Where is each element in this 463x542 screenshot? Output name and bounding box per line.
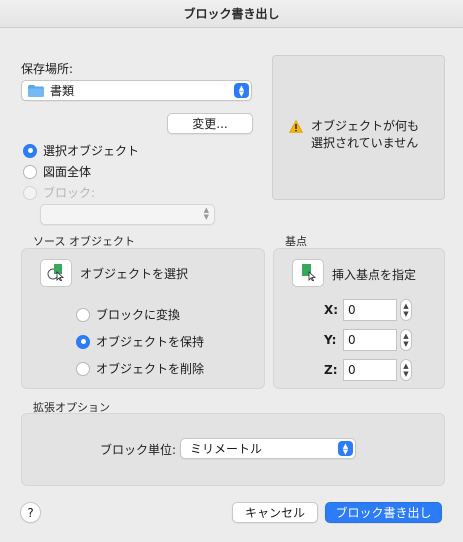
y-stepper[interactable]: ▲ ▼: [400, 329, 412, 351]
z-stepper[interactable]: ▲ ▼: [400, 359, 412, 381]
cancel-button[interactable]: キャンセル: [232, 502, 318, 523]
radio-label: 選択オブジェクト: [43, 144, 140, 158]
window-title: ブロック書き出し: [0, 0, 463, 28]
select-objects-label: オブジェクトを選択: [80, 267, 189, 281]
radio-selected-objects[interactable]: 選択オブジェクト: [23, 142, 139, 159]
pick-base-point-button[interactable]: [292, 259, 324, 287]
y-input[interactable]: 0: [343, 329, 397, 351]
block-preview: オブジェクトが何も選択されていません: [272, 55, 445, 200]
radio-label: ブロック:: [43, 186, 96, 200]
y-label: Y:: [324, 333, 337, 347]
radio-block: ブロック:: [23, 184, 95, 201]
chevron-updown-icon: ▲ ▼: [338, 441, 353, 456]
chevron-updown-icon: ▲ ▼: [234, 83, 249, 98]
radio-convert-to-block[interactable]: ブロックに変換: [76, 306, 180, 323]
folder-icon: [28, 84, 44, 97]
z-label: Z:: [324, 363, 338, 377]
radio-indicator: [23, 164, 37, 179]
radio-indicator: [76, 361, 90, 376]
help-button[interactable]: ?: [20, 502, 41, 523]
radio-indicator: [23, 143, 37, 158]
radio-retain-objects[interactable]: オブジェクトを保持: [76, 333, 204, 350]
radio-indicator: [76, 307, 90, 322]
change-button[interactable]: 変更...: [167, 113, 253, 134]
radio-delete-objects[interactable]: オブジェクトを削除: [76, 360, 204, 377]
z-input[interactable]: 0: [343, 359, 397, 381]
radio-label: オブジェクトを削除: [96, 362, 205, 376]
block-units-select[interactable]: ミリメートル ▲ ▼: [180, 438, 356, 459]
radio-label: 図面全体: [43, 165, 92, 179]
block-name-select: ▲ ▼: [40, 204, 215, 225]
radio-whole-drawing[interactable]: 図面全体: [23, 163, 91, 180]
pick-base-point-label: 挿入基点を指定: [332, 268, 417, 282]
block-units-value: ミリメートル: [190, 442, 263, 456]
export-block-button[interactable]: ブロック書き出し: [325, 502, 442, 523]
source-objects-title: ソース オブジェクト: [33, 235, 135, 248]
x-input[interactable]: 0: [343, 299, 397, 321]
radio-label: ブロックに変換: [96, 308, 181, 322]
x-label: X:: [324, 303, 339, 317]
base-point-title: 基点: [285, 235, 307, 248]
save-location-value: 書類: [50, 84, 75, 98]
x-stepper[interactable]: ▲ ▼: [400, 299, 412, 321]
warning-icon: [288, 119, 304, 136]
save-location-select[interactable]: 書類 ▲ ▼: [21, 80, 252, 101]
chevron-updown-icon: ▲ ▼: [203, 206, 209, 221]
radio-indicator: [76, 334, 90, 349]
pick-point-icon: [299, 263, 317, 284]
select-objects-button[interactable]: [40, 259, 72, 287]
select-objects-icon: [47, 263, 65, 284]
radio-label: オブジェクトを保持: [96, 335, 205, 349]
block-units-label: ブロック単位:: [100, 443, 177, 457]
save-location-label: 保存場所:: [21, 62, 74, 76]
no-selection-warning: オブジェクトが何も選択されていません: [311, 119, 420, 150]
radio-indicator: [23, 185, 37, 200]
